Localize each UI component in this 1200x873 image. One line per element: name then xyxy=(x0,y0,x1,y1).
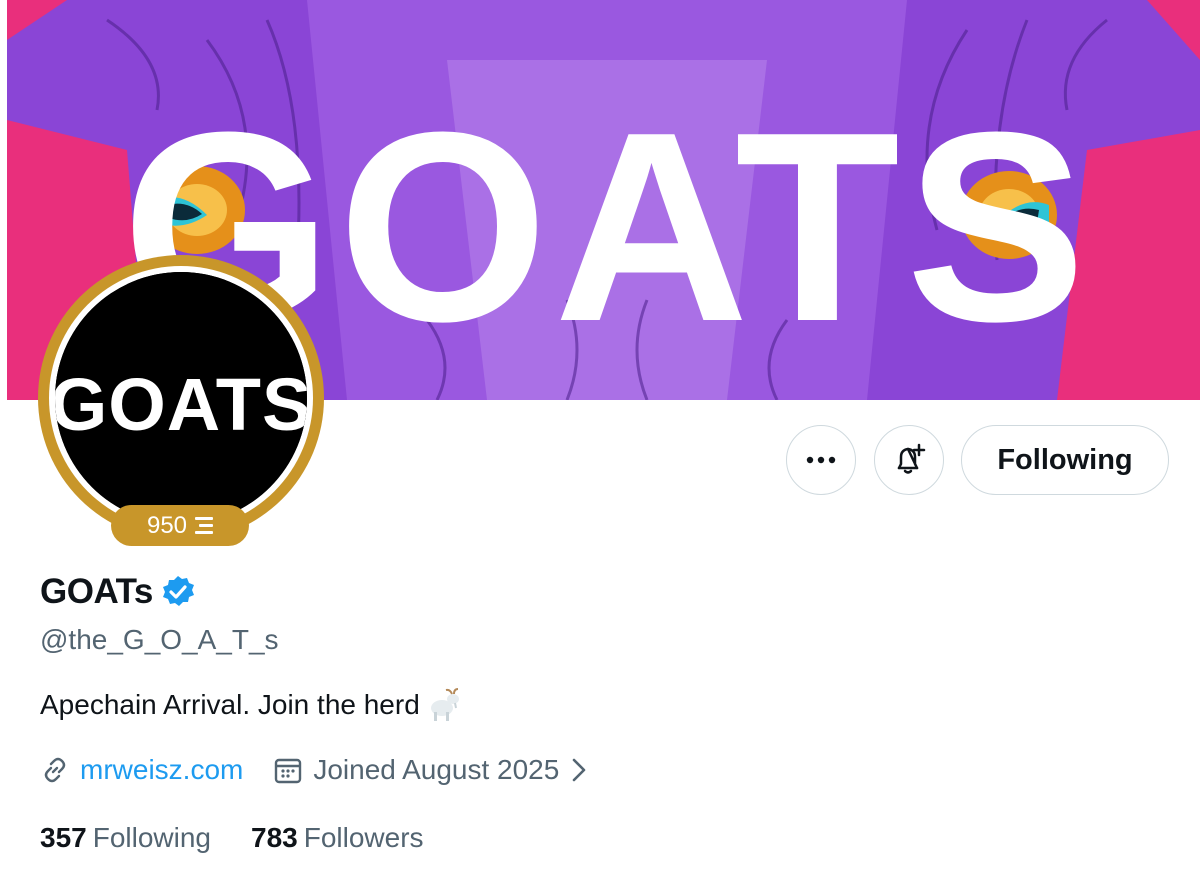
followers-count: 783 xyxy=(251,822,298,853)
followers-stat[interactable]: 783 Followers xyxy=(251,822,424,854)
verified-badge-icon[interactable] xyxy=(161,575,195,609)
display-name: GOATs xyxy=(40,572,153,611)
calendar-icon xyxy=(273,755,303,785)
more-button[interactable] xyxy=(786,425,856,495)
link-icon xyxy=(44,757,66,783)
more-icon xyxy=(806,456,836,464)
profile-meta: mrweisz.com Joined August 2025 xyxy=(40,754,587,786)
bell-plus-icon xyxy=(897,443,926,474)
bio: Apechain Arrival. Join the herd xyxy=(40,688,462,722)
avatar-image: GOATS xyxy=(55,272,307,524)
following-label: Following xyxy=(92,822,211,853)
goat-icon xyxy=(430,688,459,721)
avatar[interactable]: GOATS xyxy=(38,255,324,541)
stack-icon xyxy=(195,517,214,534)
following-button[interactable]: Following xyxy=(961,425,1169,495)
joined-date: Joined August 2025 xyxy=(313,754,560,785)
avatar-wordmark: GOATS xyxy=(55,363,307,446)
notifications-button[interactable] xyxy=(874,425,944,495)
profile-name-row: GOATs xyxy=(40,572,195,612)
handle: @the_G_O_A_T_s xyxy=(40,624,279,655)
following-count: 357 xyxy=(40,822,87,853)
bio-text: Apechain Arrival. Join the herd xyxy=(40,689,420,720)
website-link[interactable]: mrweisz.com xyxy=(80,754,243,786)
chevron-right-icon[interactable] xyxy=(571,756,587,784)
followers-label: Followers xyxy=(303,822,424,853)
following-stat[interactable]: 357 Following xyxy=(40,822,211,854)
score-value: 950 xyxy=(146,511,188,539)
follow-stats: 357 Following 783 Followers xyxy=(40,822,424,854)
score-badge[interactable]: 950 xyxy=(111,505,249,546)
